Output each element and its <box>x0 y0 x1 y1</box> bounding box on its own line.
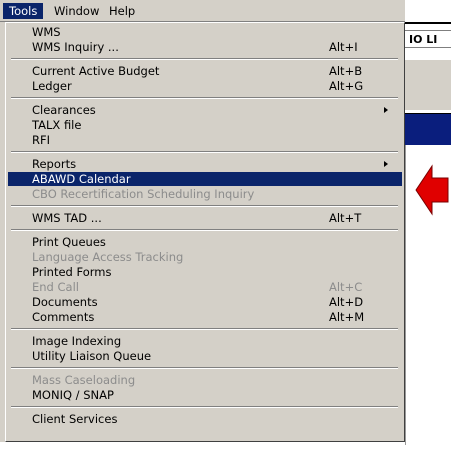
background-window <box>405 0 451 22</box>
menu-item-mass-caseloading: Mass Caseloading <box>8 373 402 387</box>
menu-item-cbo-recertification-scheduling-inquiry: CBO Recertification Scheduling Inquiry <box>8 187 402 201</box>
menu-item-clearances[interactable]: Clearances <box>8 103 402 117</box>
menu-item-end-call: End Call Alt+C <box>8 280 402 294</box>
menu-item-label: MONIQ / SNAP <box>32 388 114 402</box>
submenu-arrow-icon <box>384 107 388 113</box>
menu-separator <box>11 367 398 369</box>
tools-dropdown-menu: WMS WMS Inquiry ... Alt+I Current Active Bu… <box>5 22 405 442</box>
menu-item-shortcut: Alt+G <box>329 79 364 93</box>
menu-item-language-access-tracking: Language Access Tracking <box>8 250 402 264</box>
menu-item-client-services[interactable]: Client Services <box>8 412 402 426</box>
menu-help[interactable]: Help <box>103 3 141 19</box>
menu-item-label: RFI <box>32 133 50 147</box>
menu-item-shortcut: Alt+M <box>329 310 365 324</box>
menu-separator <box>11 229 398 231</box>
menu-separator <box>11 205 398 207</box>
menu-item-label: Current Active Budget <box>32 64 160 78</box>
menu-item-label: Clearances <box>32 103 96 117</box>
background-header-bar <box>405 113 451 146</box>
menu-item-label: ABAWD Calendar <box>32 172 131 186</box>
background-toolbar-line <box>405 22 451 24</box>
menu-item-label: Image Indexing <box>32 334 122 348</box>
menu-item-shortcut: Alt+D <box>329 295 364 309</box>
menu-item-label: WMS <box>32 25 61 39</box>
menu-item-label: Mass Caseloading <box>32 373 136 387</box>
menu-item-current-active-budget[interactable]: Current Active Budget Alt+B <box>8 64 402 78</box>
menu-item-label: TALX file <box>32 118 82 132</box>
menu-item-reports[interactable]: Reports <box>8 157 402 171</box>
menu-item-label: Language Access Tracking <box>32 250 184 264</box>
menu-separator <box>11 151 398 153</box>
menu-item-wms-inquiry[interactable]: WMS Inquiry ... Alt+I <box>8 40 402 54</box>
menu-window[interactable]: Window <box>48 3 105 19</box>
menu-item-shortcut: Alt+I <box>329 40 358 54</box>
menu-item-moniq-snap[interactable]: MONIQ / SNAP <box>8 388 402 402</box>
menu-item-label: Client Services <box>32 412 118 426</box>
background-title-fragment: IO LI <box>405 30 451 48</box>
menu-item-wms-tad[interactable]: WMS TAD ... Alt+T <box>8 211 402 225</box>
menu-item-image-indexing[interactable]: Image Indexing <box>8 334 402 348</box>
menu-item-printed-forms[interactable]: Printed Forms <box>8 265 402 279</box>
menu-item-label: CBO Recertification Scheduling Inquiry <box>32 187 255 201</box>
menu-separator <box>11 328 398 330</box>
submenu-arrow-icon <box>384 161 388 167</box>
menu-item-wms[interactable]: WMS <box>8 25 402 39</box>
menu-item-label: Print Queues <box>32 235 106 249</box>
menu-item-label: WMS Inquiry ... <box>32 40 119 54</box>
menu-item-utility-liaison-queue[interactable]: Utility Liaison Queue <box>8 349 402 363</box>
menu-item-documents[interactable]: Documents Alt+D <box>8 295 402 309</box>
menu-item-shortcut: Alt+C <box>329 280 363 294</box>
menu-bar: Tools Window Help <box>0 0 405 22</box>
menu-item-label: Comments <box>32 310 95 324</box>
menu-item-ledger[interactable]: Ledger Alt+G <box>8 79 402 93</box>
red-arrow-annotation <box>415 164 449 216</box>
menu-item-label: End Call <box>32 280 79 294</box>
menu-item-label: Reports <box>32 157 77 171</box>
background-panel <box>405 60 451 110</box>
menu-separator <box>11 58 398 60</box>
menu-separator <box>11 406 398 408</box>
menu-item-label: WMS TAD ... <box>32 211 102 225</box>
menu-item-shortcut: Alt+T <box>329 211 362 225</box>
menu-item-print-queues[interactable]: Print Queues <box>8 235 402 249</box>
menu-item-label: Utility Liaison Queue <box>32 349 152 363</box>
menu-item-abawd-calendar[interactable]: ABAWD Calendar <box>8 172 402 186</box>
menu-item-label: Ledger <box>32 79 72 93</box>
menu-separator <box>11 97 398 99</box>
menu-item-label: Documents <box>32 295 98 309</box>
menu-item-comments[interactable]: Comments Alt+M <box>8 310 402 324</box>
menu-item-shortcut: Alt+B <box>329 64 363 78</box>
menu-item-label: Printed Forms <box>32 265 112 279</box>
menu-item-rfi[interactable]: RFI <box>8 133 402 147</box>
menu-item-talx-file[interactable]: TALX file <box>8 118 402 132</box>
menu-tools[interactable]: Tools <box>3 3 44 19</box>
